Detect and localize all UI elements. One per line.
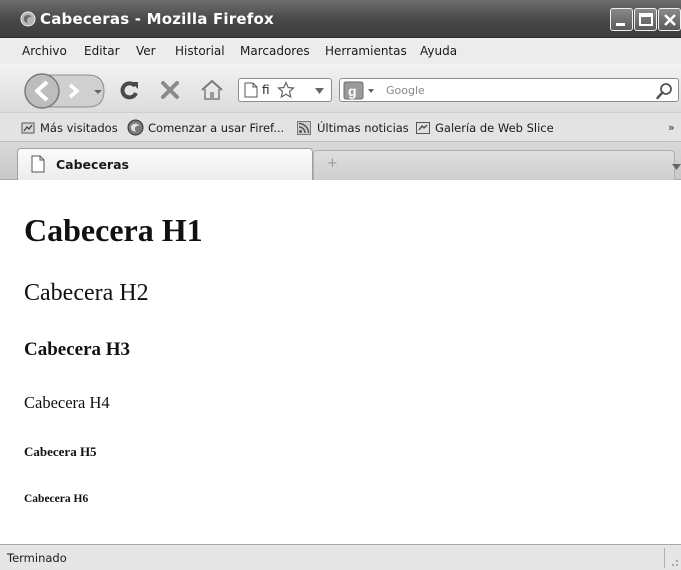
plus-icon: + <box>327 156 338 171</box>
bookmark-galeria-web-slice[interactable]: Galería de Web Slice <box>435 121 554 135</box>
firefox-icon <box>20 11 36 27</box>
back-forward-group <box>24 73 105 109</box>
menu-marcadores[interactable]: Marcadores <box>240 44 310 58</box>
menu-bar: Archivo Editar Ver Historial Marcadores … <box>0 38 681 64</box>
bookmark-ultimas-noticias[interactable]: Últimas noticias <box>317 121 409 135</box>
web-slice-icon <box>416 122 430 134</box>
bookmarks-overflow-chevron[interactable]: » <box>668 121 675 134</box>
new-tab-button[interactable]: + <box>313 150 675 180</box>
menu-historial[interactable]: Historial <box>175 44 225 58</box>
back-arrow-icon[interactable] <box>24 73 60 109</box>
heading-h4: Cabecera H4 <box>24 393 110 412</box>
tab-bar: Cabeceras + <box>0 142 681 180</box>
rss-feed-icon <box>297 121 311 135</box>
heading-h6: Cabecera H6 <box>24 493 89 505</box>
firefox-icon <box>127 119 144 136</box>
status-bar: Terminado <box>0 544 681 570</box>
bookmarks-toolbar: Más visitados Comenzar a usar Firef... Ú… <box>0 112 681 142</box>
page-icon <box>244 82 258 98</box>
most-visited-icon <box>21 122 35 134</box>
address-text: fi <box>262 83 270 97</box>
window-title: Cabeceras - Mozilla Firefox <box>40 10 274 28</box>
bookmark-mas-visitados[interactable]: Más visitados <box>40 121 118 135</box>
reload-icon[interactable] <box>118 79 140 101</box>
menu-ver[interactable]: Ver <box>136 44 156 58</box>
heading-h2: Cabecera H2 <box>24 280 149 306</box>
minimize-button[interactable] <box>610 8 633 31</box>
browser-window: Cabeceras - Mozilla Firefox Archivo Edit… <box>0 0 681 570</box>
tab-list-dropdown-icon[interactable] <box>672 164 681 170</box>
magnifier-icon[interactable] <box>656 82 674 100</box>
menu-editar[interactable]: Editar <box>84 44 120 58</box>
svg-text:g: g <box>348 83 357 99</box>
url-dropdown-icon[interactable] <box>315 88 324 94</box>
close-button[interactable] <box>658 8 681 31</box>
bookmark-star-icon[interactable] <box>277 81 295 99</box>
title-bar[interactable]: Cabeceras - Mozilla Firefox <box>0 0 681 38</box>
home-icon[interactable] <box>200 79 224 101</box>
menu-ayuda[interactable]: Ayuda <box>420 44 457 58</box>
search-input[interactable]: Google <box>386 84 425 97</box>
heading-h3: Cabecera H3 <box>24 339 131 360</box>
bookmark-comenzar[interactable]: Comenzar a usar Firef... <box>148 121 284 135</box>
resize-grip-icon[interactable] <box>669 557 679 567</box>
status-text: Terminado <box>7 551 67 565</box>
heading-h1: Cabecera H1 <box>24 212 203 248</box>
search-bar[interactable]: g Google <box>339 78 679 102</box>
tab-cabeceras[interactable]: Cabeceras <box>17 148 313 180</box>
maximize-button[interactable] <box>634 8 657 31</box>
page-content: Cabecera H1 Cabecera H2 Cabecera H3 Cabe… <box>0 180 681 544</box>
stop-icon[interactable] <box>159 79 181 101</box>
menu-herramientas[interactable]: Herramientas <box>325 44 407 58</box>
tab-label: Cabeceras <box>56 157 129 172</box>
heading-h5: Cabecera H5 <box>24 444 97 459</box>
menu-archivo[interactable]: Archivo <box>22 44 67 58</box>
status-separator <box>664 548 665 568</box>
page-icon <box>31 155 45 173</box>
google-icon[interactable]: g <box>343 81 377 100</box>
address-bar[interactable]: fi <box>238 78 332 102</box>
